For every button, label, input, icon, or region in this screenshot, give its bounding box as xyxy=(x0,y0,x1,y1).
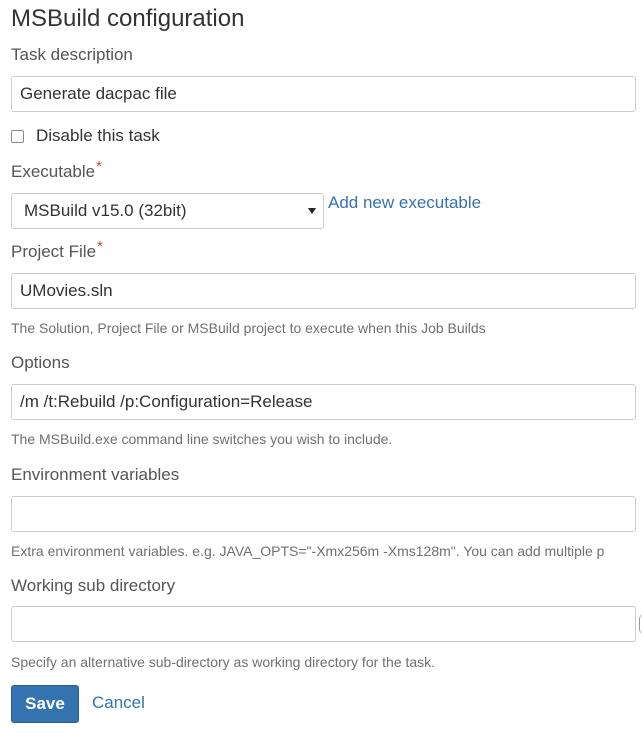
required-marker: * xyxy=(97,238,103,255)
save-button[interactable]: Save xyxy=(11,685,79,723)
options-input[interactable] xyxy=(11,384,636,420)
project-file-input[interactable] xyxy=(11,273,636,309)
page-title: MSBuild configuration xyxy=(11,5,245,32)
task-description-label: Task description xyxy=(11,45,133,64)
working-sub-directory-help: Specify an alternative sub-directory as … xyxy=(11,654,436,670)
task-description-input[interactable] xyxy=(11,76,636,112)
disable-task-row[interactable]: Disable this task xyxy=(11,125,160,147)
add-new-executable-link[interactable]: Add new executable xyxy=(328,193,481,213)
required-marker: * xyxy=(96,158,102,175)
working-sub-directory-label: Working sub directory xyxy=(11,576,176,595)
options-label: Options xyxy=(11,353,70,372)
environment-variables-input[interactable] xyxy=(11,496,636,532)
executable-select[interactable]: MSBuild v15.0 (32bit) xyxy=(11,193,324,229)
project-file-help: The Solution, Project File or MSBuild pr… xyxy=(11,320,486,336)
executable-label-text: Executable xyxy=(11,162,96,181)
caret-down-icon xyxy=(308,208,316,214)
environment-variables-help: Extra environment variables. e.g. JAVA_O… xyxy=(11,543,605,559)
options-help: The MSBuild.exe command line switches yo… xyxy=(11,431,393,447)
project-file-label-text: Project File xyxy=(11,242,97,261)
working-sub-directory-input[interactable] xyxy=(11,606,636,642)
executable-label: Executable* xyxy=(11,158,102,182)
disable-task-label[interactable]: Disable this task xyxy=(36,126,160,146)
project-file-label: Project File* xyxy=(11,238,103,262)
cancel-link[interactable]: Cancel xyxy=(92,693,145,713)
environment-variables-label: Environment variables xyxy=(11,465,180,484)
disable-task-checkbox[interactable] xyxy=(11,129,24,143)
executable-selected-value: MSBuild v15.0 (32bit) xyxy=(24,201,187,220)
